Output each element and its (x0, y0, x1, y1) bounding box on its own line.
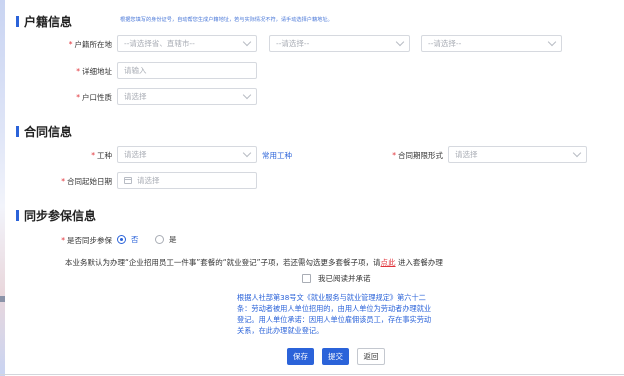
label-text: 合同期限形式 (398, 151, 443, 160)
chevron-down-icon (242, 90, 252, 100)
chevron-down-icon (572, 148, 582, 158)
checkbox-icon[interactable] (302, 274, 311, 283)
label-text: 户口性质 (82, 93, 112, 102)
left-edge-strip (0, 0, 5, 376)
required-mark: * (61, 236, 65, 245)
click-here-link[interactable]: 点此 (381, 258, 396, 267)
address-input[interactable]: 请输入 (117, 62, 257, 79)
required-mark: * (61, 177, 65, 186)
section-title-text: 同步参保信息 (24, 209, 97, 223)
required-mark: * (392, 151, 396, 160)
contract-start-label: * 合同起始日期 (61, 176, 112, 187)
section-title-text: 户籍信息 (24, 15, 73, 29)
submit-button[interactable]: 提交 (322, 348, 349, 365)
job-type-select[interactable]: 请选择 (117, 146, 257, 163)
contract-start-text: 请选择 (137, 176, 160, 185)
province-select[interactable]: --请选择省、直辖市-- (117, 35, 257, 52)
chevron-down-icon (242, 37, 252, 47)
calendar-icon (124, 177, 132, 184)
chevron-down-icon (547, 37, 557, 47)
district-select[interactable]: --请选择-- (421, 35, 562, 52)
section-title-household: 户籍信息 (16, 13, 72, 30)
label-text: 合同起始日期 (67, 177, 112, 186)
section-title-contract: 合同信息 (16, 123, 72, 140)
agreement-label: 我已阅读并承诺 (318, 274, 371, 283)
district-select-text: --请选择-- (428, 39, 462, 48)
address-input-placeholder: 请输入 (124, 66, 147, 75)
household-hint: 根据您填写的身份证号，自动帮您生成户籍地址，若与实际情况不符，请手动选择户籍地址… (120, 17, 333, 23)
section-bar (16, 16, 19, 27)
section-title-text: 合同信息 (24, 125, 73, 139)
contract-term-text: 请选择 (455, 150, 478, 159)
household-nature-text: 请选择 (124, 92, 147, 101)
contract-start-date-picker[interactable]: 请选择 (117, 172, 257, 189)
province-select-text: --请选择省、直辖市-- (124, 39, 195, 48)
label-text: 详细地址 (82, 67, 112, 76)
contract-term-label: * 合同期限形式 (392, 150, 443, 161)
radio-no-label: 否 (131, 235, 139, 244)
save-button[interactable]: 保存 (287, 348, 314, 365)
job-type-text: 请选择 (124, 150, 147, 159)
label-text: 户籍所在地 (74, 40, 113, 49)
left-edge-marker (0, 296, 5, 302)
radio-checked-icon (117, 235, 126, 244)
required-mark: * (68, 40, 73, 49)
section-bar (16, 126, 19, 137)
job-type-label: * 工种 (91, 150, 112, 161)
radio-yes-label: 是 (169, 235, 177, 244)
address-label: * 详细地址 (76, 66, 112, 77)
chevron-down-icon (242, 148, 252, 158)
back-button[interactable]: 返回 (357, 348, 385, 365)
contract-term-select[interactable]: 请选择 (448, 146, 587, 163)
section-title-insurance: 同步参保信息 (16, 207, 96, 224)
label-text: 是否同步参保 (67, 236, 112, 245)
required-mark: * (91, 151, 95, 160)
radio-yes[interactable]: 是 (155, 234, 177, 245)
chevron-down-icon (395, 37, 405, 47)
notice-text-after: 进入套餐办理 (397, 258, 443, 267)
label-text: 工种 (97, 151, 112, 160)
radio-no[interactable]: 否 (117, 234, 139, 245)
household-nature-select[interactable]: 请选择 (117, 88, 257, 105)
law-statement: 根据人社部第38号文《就业服务与就业管理规定》第六十二条：劳动者被用人单位招用的… (237, 293, 432, 335)
package-notice: 本业务默认为办理“企业招用员工一件事”套餐的“就业登记”子项，若还需勾选更多套餐… (65, 257, 443, 268)
radio-unchecked-icon (155, 235, 164, 244)
common-jobs-link[interactable]: 常用工种 (262, 150, 292, 161)
city-select[interactable]: --请选择-- (269, 35, 410, 52)
required-mark: * (76, 93, 80, 102)
sync-insurance-label: * 是否同步参保 (61, 235, 112, 246)
household-nature-label: * 户口性质 (76, 92, 112, 103)
notice-text-before: 本业务默认为办理“企业招用员工一件事”套餐的“就业登记”子项，若还需勾选更多套餐… (65, 258, 381, 267)
required-mark: * (76, 67, 80, 76)
city-select-text: --请选择-- (276, 39, 310, 48)
agreement-checkbox[interactable]: 我已阅读并承诺 (302, 273, 371, 284)
section-bar (16, 210, 19, 221)
household-location-label: * 户籍所在地 (69, 39, 112, 50)
bottom-divider (0, 374, 624, 375)
